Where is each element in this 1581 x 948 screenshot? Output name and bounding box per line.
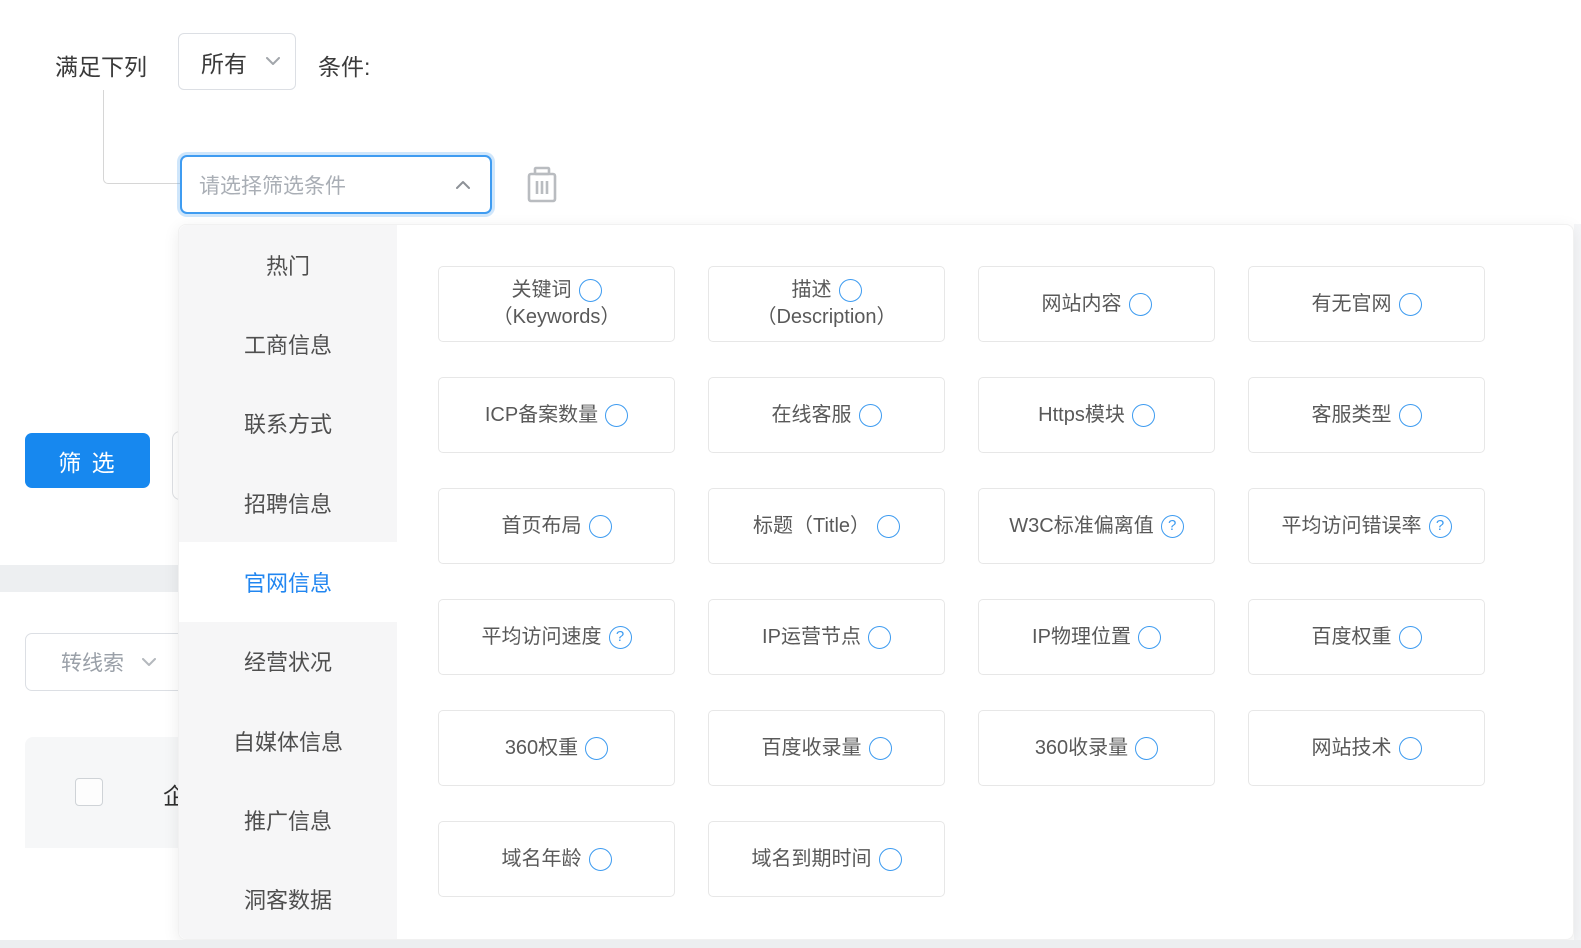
filter-option-button[interactable]: 域名到期时间 [708,821,945,897]
sidebar-category-1[interactable]: 工商信息 [179,304,397,383]
help-icon[interactable] [605,403,629,427]
filter-option-button[interactable]: 客服类型 [1248,377,1485,453]
filter-options-dropdown-panel: 热门 工商信息 联系方式 招聘信息 官网信息 经营状况 自媒体信息 推广信息 洞客数据 关键词 … [178,224,1574,940]
match-scope-select[interactable]: 所有 [178,33,296,90]
match-scope-value: 所有 [201,50,247,77]
sidebar-category-8[interactable]: 洞客数据 [179,860,397,939]
help-icon[interactable] [1137,625,1161,649]
conditions-suffix-label: 条件: [318,54,371,80]
filter-option-button[interactable]: 域名年龄 [438,821,675,897]
filter-option-button[interactable]: 360权重 [438,710,675,786]
filter-option-button[interactable]: 平均访问错误率? [1248,488,1485,564]
select-all-checkbox[interactable] [75,778,103,806]
convert-select-value: 转线索 [61,652,124,675]
help-icon[interactable] [1398,292,1422,316]
page-bottom-edge [0,940,1581,948]
filter-option-button[interactable]: 网站技术 [1248,710,1485,786]
help-icon[interactable] [867,625,891,649]
chevron-down-icon [142,657,156,666]
sidebar-category-6[interactable]: 自媒体信息 [179,701,397,780]
help-icon[interactable]: ? [608,625,632,649]
chevron-up-icon [456,181,470,189]
help-icon[interactable] [838,279,862,302]
filter-option-button[interactable]: IP运营节点 [708,599,945,675]
filter-button[interactable]: 筛 选 [25,433,150,488]
help-icon[interactable] [588,514,612,538]
filter-option-button[interactable]: IP物理位置 [978,599,1215,675]
sidebar-category-4[interactable]: 官网信息 [179,542,397,622]
sidebar-category-7[interactable]: 推广信息 [179,780,397,859]
filter-option-button[interactable]: 有无官网 [1248,266,1485,342]
filter-options-grid: 关键词 （Keywords） 描述 （Description） 网站内容 有无官… [438,266,1485,897]
filter-condition-select[interactable]: 请选择筛选条件 [180,155,492,214]
help-icon[interactable] [1398,736,1422,760]
match-rule-label: 满足下列 [55,54,147,80]
filter-option-button[interactable]: Https模块 [978,377,1215,453]
help-icon[interactable] [588,847,612,871]
filter-option-button[interactable]: W3C标准偏离值? [978,488,1215,564]
category-sidebar: 热门 工商信息 联系方式 招聘信息 官网信息 经营状况 自媒体信息 推广信息 洞客数据 [179,225,397,939]
help-icon[interactable] [878,847,902,871]
filter-option-button[interactable]: 网站内容 [978,266,1215,342]
sidebar-category-3[interactable]: 招聘信息 [179,463,397,542]
chevron-down-icon [266,57,280,65]
condition-connector-line [103,90,181,184]
filter-option-button[interactable]: 百度权重 [1248,599,1485,675]
filter-option-button[interactable]: 标题（Title） [708,488,945,564]
filter-option-button[interactable]: 关键词 （Keywords） [438,266,675,342]
filter-option-button[interactable]: 描述 （Description） [708,266,945,342]
help-icon[interactable] [868,736,892,760]
filter-option-button[interactable]: 在线客服 [708,377,945,453]
filter-option-button[interactable]: 平均访问速度? [438,599,675,675]
help-icon[interactable] [1131,403,1155,427]
help-icon[interactable] [578,279,602,302]
help-icon[interactable] [877,514,901,538]
help-icon[interactable]: ? [1160,514,1184,538]
delete-condition-icon[interactable] [523,165,561,205]
filter-option-button[interactable]: 360收录量 [978,710,1215,786]
filter-select-placeholder: 请选择筛选条件 [199,174,346,198]
help-icon[interactable] [585,736,609,760]
sidebar-category-2[interactable]: 联系方式 [179,384,397,463]
sidebar-category-5[interactable]: 经营状况 [179,622,397,701]
help-icon[interactable] [1128,292,1152,316]
help-icon[interactable] [1398,403,1422,427]
help-icon[interactable] [1135,736,1159,760]
convert-to-lead-select[interactable]: 转线索 [25,633,195,691]
filter-option-button[interactable]: 百度收录量 [708,710,945,786]
help-icon[interactable] [1398,625,1422,649]
help-icon[interactable]: ? [1428,514,1452,538]
help-icon[interactable] [858,403,882,427]
filter-option-button[interactable]: ICP备案数量 [438,377,675,453]
filter-option-button[interactable]: 首页布局 [438,488,675,564]
page-background-strip [1574,224,1581,940]
sidebar-category-0[interactable]: 热门 [179,225,397,304]
